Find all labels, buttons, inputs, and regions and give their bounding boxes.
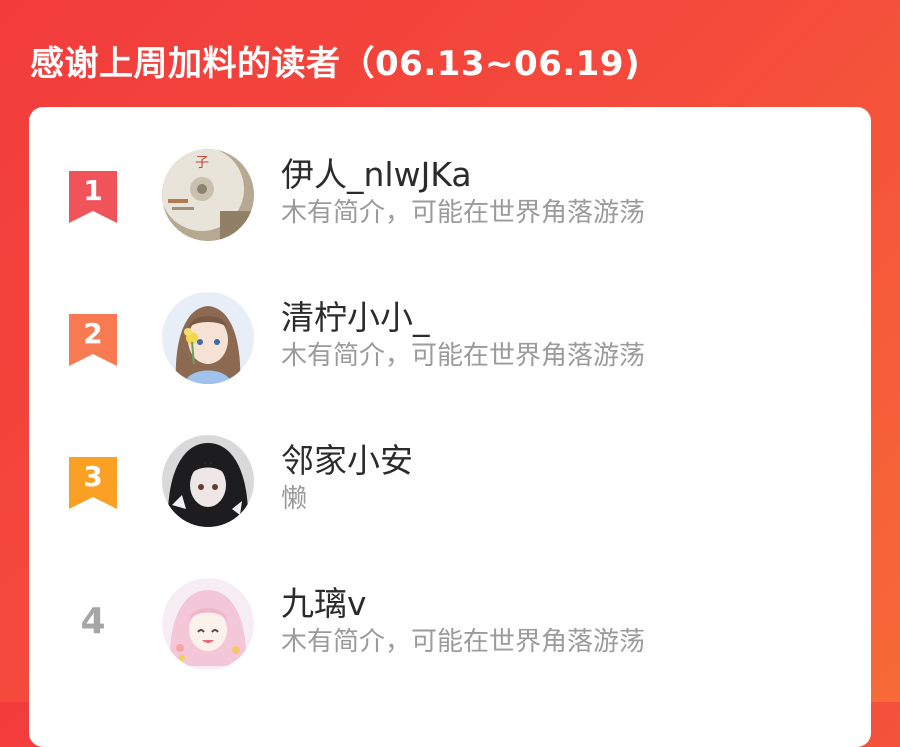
avatar[interactable]: 子 [162,149,254,241]
rank-2-badge-icon: 2 [69,314,117,366]
reader-row-4[interactable]: 4 九璃v 木有简介，可能在世界角落游荡 [29,548,871,670]
dark-haired-girl-avatar-icon [162,435,254,527]
reader-row-3[interactable]: 3 邻家小安 懒 [29,405,871,527]
rank-3-badge-icon: 3 [69,457,117,509]
reader-bio: 懒 [281,484,308,514]
reader-row-2[interactable]: 2 清柠小小_ 木有简介，可能在世界角落游荡 [29,262,871,384]
rank-number: 2 [83,317,103,350]
svg-text:子: 子 [195,155,209,171]
reader-bio: 木有简介，可能在世界角落游荡 [281,627,646,657]
rank-1-badge-icon: 1 [69,171,117,223]
header: 感谢上周加料的读者（06.13~06.19) [30,30,640,90]
rank-number: 3 [83,460,103,493]
avatar[interactable] [162,435,254,527]
reader-ranking-card: 1 子 伊人_nlwJKa 木有简介，可能在世界角落游荡 2 清柠小小_ 木有简… [29,107,871,747]
reader-row-1[interactable]: 1 子 伊人_nlwJKa 木有简介，可能在世界角落游荡 [29,119,871,241]
reader-name: 邻家小安 [281,441,413,480]
reader-name: 清柠小小_ [281,298,430,337]
page-title: 感谢上周加料的读者（06.13~06.19) [30,43,641,84]
avatar[interactable] [162,292,254,384]
reader-bio: 木有简介，可能在世界角落游荡 [281,198,646,228]
avatar[interactable] [162,578,254,670]
anime-girl-flower-avatar-icon [162,292,254,384]
reader-bio: 木有简介，可能在世界角落游荡 [281,341,646,371]
disc-avatar-icon: 子 [162,149,254,241]
reader-name: 伊人_nlwJKa [281,155,472,194]
reader-name: 九璃v [281,584,367,623]
pink-anime-girl-avatar-icon [162,578,254,670]
rank-number: 4 [80,601,106,642]
rank-number: 1 [83,174,103,207]
